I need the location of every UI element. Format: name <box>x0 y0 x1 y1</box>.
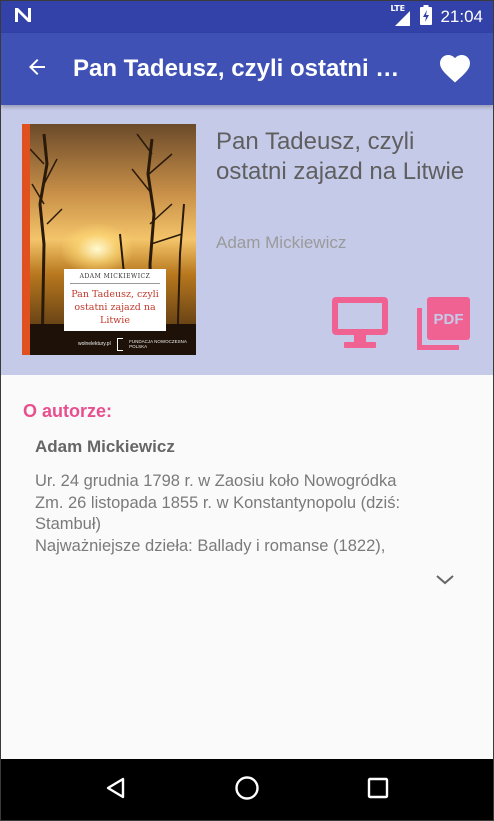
expand-button[interactable] <box>431 570 459 594</box>
cover-label: ADAM MICKIEWICZ Pan Tadeusz, czyli ostat… <box>64 269 166 331</box>
book-author[interactable]: Adam Mickiewicz <box>216 233 346 253</box>
about-line: Stambuł) <box>35 515 102 533</box>
screen: LTE 21:04 Pan Tadeusz, czyli ostatni zaj… <box>0 0 494 821</box>
battery-charging-icon <box>420 4 433 30</box>
cover-foundation-logo <box>116 337 124 351</box>
nav-recents-button[interactable] <box>348 761 408 821</box>
arrow-back-icon <box>25 55 49 84</box>
signal-icon: LTE <box>390 4 412 27</box>
cover-publisher: wolnelektury.pl <box>78 341 111 347</box>
heart-icon <box>437 50 473 89</box>
book-title: Pan Tadeusz, czyli ostatni zajazd na Lit… <box>216 128 465 185</box>
status-bar: LTE 21:04 <box>1 1 493 33</box>
pdf-label: PDF <box>434 311 464 328</box>
about-line: Najważniejsze dzieła: Ballady i romanse … <box>35 536 386 555</box>
about-line: Ur. 24 grudnia 1798 r. w Zaosiu koło Now… <box>35 472 397 490</box>
app-title: Pan Tadeusz, czyli ostatni zajazd na Lit… <box>73 55 423 82</box>
pdf-icon: PDF <box>414 297 472 357</box>
cover-stripe <box>22 124 30 355</box>
read-online-button[interactable] <box>330 295 390 351</box>
cover-author: ADAM MICKIEWICZ <box>70 273 160 284</box>
nav-back-button[interactable] <box>86 761 146 821</box>
monitor-icon <box>330 297 390 355</box>
download-pdf-button[interactable]: PDF <box>414 295 472 353</box>
n-logo-icon <box>13 6 33 29</box>
app-bar: Pan Tadeusz, czyli ostatni zajazd na Lit… <box>1 33 493 105</box>
home-circle-icon <box>234 775 260 806</box>
about-author-name: Adam Mickiewicz <box>35 437 175 456</box>
about-author-text: Ur. 24 grudnia 1798 r. w Zaosiu koło Now… <box>35 471 455 557</box>
nav-home-button[interactable] <box>217 761 277 821</box>
cover-foundation: FUNDACJA NOWOCZESNA POLSKA <box>129 339 187 349</box>
navigation-bar <box>1 759 493 821</box>
recents-square-icon <box>367 777 389 804</box>
about-line: Zm. 26 listopada 1855 r. w Konstantynopo… <box>35 493 401 512</box>
favorite-button[interactable] <box>423 33 487 105</box>
back-button[interactable] <box>1 33 73 105</box>
chevron-down-icon <box>435 573 455 591</box>
back-triangle-icon <box>104 776 128 805</box>
about-author-heading: O autorze: <box>23 401 113 421</box>
cover-footer: wolnelektury.pl FUNDACJA NOWOCZESNA POLS… <box>78 336 188 352</box>
book-cover[interactable]: ADAM MICKIEWICZ Pan Tadeusz, czyli ostat… <box>22 124 196 355</box>
clock: 21:04 <box>440 7 483 26</box>
content: O autorze: Adam Mickiewicz Ur. 24 grudni… <box>1 375 493 759</box>
cover-title: Pan Tadeusz, czyli ostatni zajazd na Lit… <box>71 289 159 326</box>
book-header: ADAM MICKIEWICZ Pan Tadeusz, czyli ostat… <box>1 105 493 375</box>
